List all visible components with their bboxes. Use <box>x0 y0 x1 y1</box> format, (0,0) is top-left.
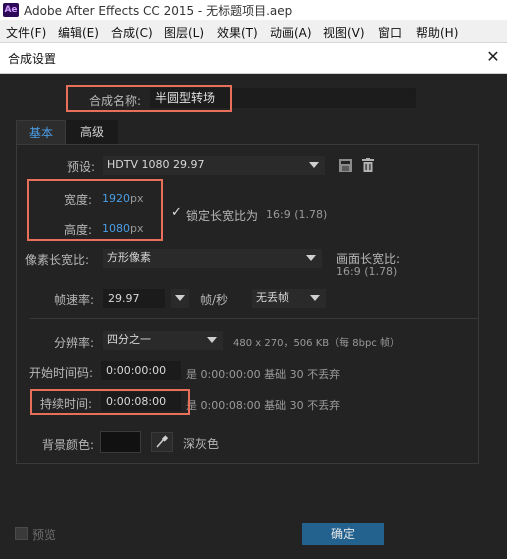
menu-layer[interactable]: 图层(L) <box>164 24 204 41</box>
checkmark-icon[interactable]: ✓ <box>171 205 182 220</box>
width-unit: px <box>130 192 144 205</box>
bg-color-swatch[interactable] <box>100 431 141 453</box>
preset-label: 预设: <box>67 160 96 174</box>
chevron-down-icon <box>306 255 316 261</box>
duration-input[interactable]: 0:00:08:00 <box>101 392 181 411</box>
tab-basic[interactable]: 基本 <box>16 120 66 145</box>
dialog-header: 合成设置 ✕ <box>0 43 507 74</box>
dialog-title: 合成设置 <box>8 52 57 66</box>
menu-help[interactable]: 帮助(H) <box>416 24 458 41</box>
lock-aspect-value: 16:9 (1.78) <box>266 208 328 221</box>
divider <box>30 318 478 319</box>
drop-frame-dropdown[interactable]: 无丢帧 <box>252 289 326 308</box>
comp-name-input[interactable]: 半圆型转场 <box>150 88 416 108</box>
eyedropper-icon[interactable] <box>151 432 173 452</box>
close-icon[interactable]: ✕ <box>484 47 502 67</box>
app-title: Adobe After Effects CC 2015 - 无标题项目.aep <box>24 4 293 18</box>
chevron-down-icon <box>310 295 320 301</box>
ok-button[interactable]: 确定 <box>302 523 384 545</box>
pixel-aspect-dropdown[interactable]: 方形像素 <box>103 249 322 268</box>
after-effects-logo: Ae <box>3 3 19 17</box>
width-value[interactable]: 1920 <box>102 192 130 205</box>
duration-note: 是 0:00:08:00 基础 30 不丢弃 <box>186 399 341 412</box>
menu-view[interactable]: 视图(V) <box>323 24 365 41</box>
save-preset-icon[interactable] <box>339 159 352 172</box>
width-label: 宽度: <box>64 193 93 207</box>
start-timecode-input[interactable]: 0:00:00:00 <box>101 361 181 380</box>
preset-value: HDTV 1080 29.97 <box>107 158 205 171</box>
lock-aspect-label: 锁定长宽比为 <box>186 209 259 223</box>
chevron-down-icon <box>175 295 185 301</box>
height-unit: px <box>130 222 144 235</box>
menu-composition[interactable]: 合成(C) <box>111 24 153 41</box>
duration-label: 持续时间: <box>40 397 93 411</box>
pixel-aspect-value: 方形像素 <box>107 251 151 264</box>
frame-rate-label: 帧速率: <box>54 293 95 307</box>
frame-rate-dropdown[interactable] <box>171 289 189 308</box>
bg-color-name: 深灰色 <box>183 437 220 451</box>
resolution-info: 480 x 270，506 KB（每 8bpc 帧） <box>233 338 401 349</box>
preview-checkbox[interactable] <box>15 527 28 540</box>
resolution-label: 分辨率: <box>54 336 95 350</box>
menu-effect[interactable]: 效果(T) <box>217 24 258 41</box>
drop-frame-value: 无丢帧 <box>256 291 289 304</box>
menu-window[interactable]: 窗口 <box>378 24 402 41</box>
app-titlebar: Ae Adobe After Effects CC 2015 - 无标题项目.a… <box>0 0 507 20</box>
preset-dropdown[interactable]: HDTV 1080 29.97 <box>103 156 325 175</box>
tab-advanced[interactable]: 高级 <box>66 120 118 144</box>
start-timecode-note: 是 0:00:00:00 基础 30 不丢弃 <box>186 368 341 381</box>
chevron-down-icon <box>309 162 319 168</box>
trash-icon[interactable] <box>362 158 374 172</box>
chevron-down-icon <box>207 337 217 343</box>
frame-rate-unit: 帧/秒 <box>200 293 229 307</box>
frame-aspect-value: 16:9 (1.78) <box>336 265 398 278</box>
frame-rate-input[interactable]: 29.97 <box>103 289 165 308</box>
height-value[interactable]: 1080 <box>102 222 130 235</box>
menu-animation[interactable]: 动画(A) <box>270 24 312 41</box>
height-label: 高度: <box>64 223 93 237</box>
pixel-aspect-label: 像素长宽比: <box>25 253 90 267</box>
menu-file[interactable]: 文件(F) <box>6 24 46 41</box>
menu-edit[interactable]: 编辑(E) <box>58 24 99 41</box>
start-timecode-label: 开始时间码: <box>29 366 94 380</box>
comp-name-label: 合成名称: <box>89 94 142 108</box>
bg-color-label: 背景颜色: <box>42 438 95 452</box>
preview-label: 预览 <box>32 528 57 542</box>
resolution-value: 四分之一 <box>107 333 151 346</box>
menu-bar: 文件(F) 编辑(E) 合成(C) 图层(L) 效果(T) 动画(A) 视图(V… <box>0 20 507 43</box>
resolution-dropdown[interactable]: 四分之一 <box>103 331 223 350</box>
